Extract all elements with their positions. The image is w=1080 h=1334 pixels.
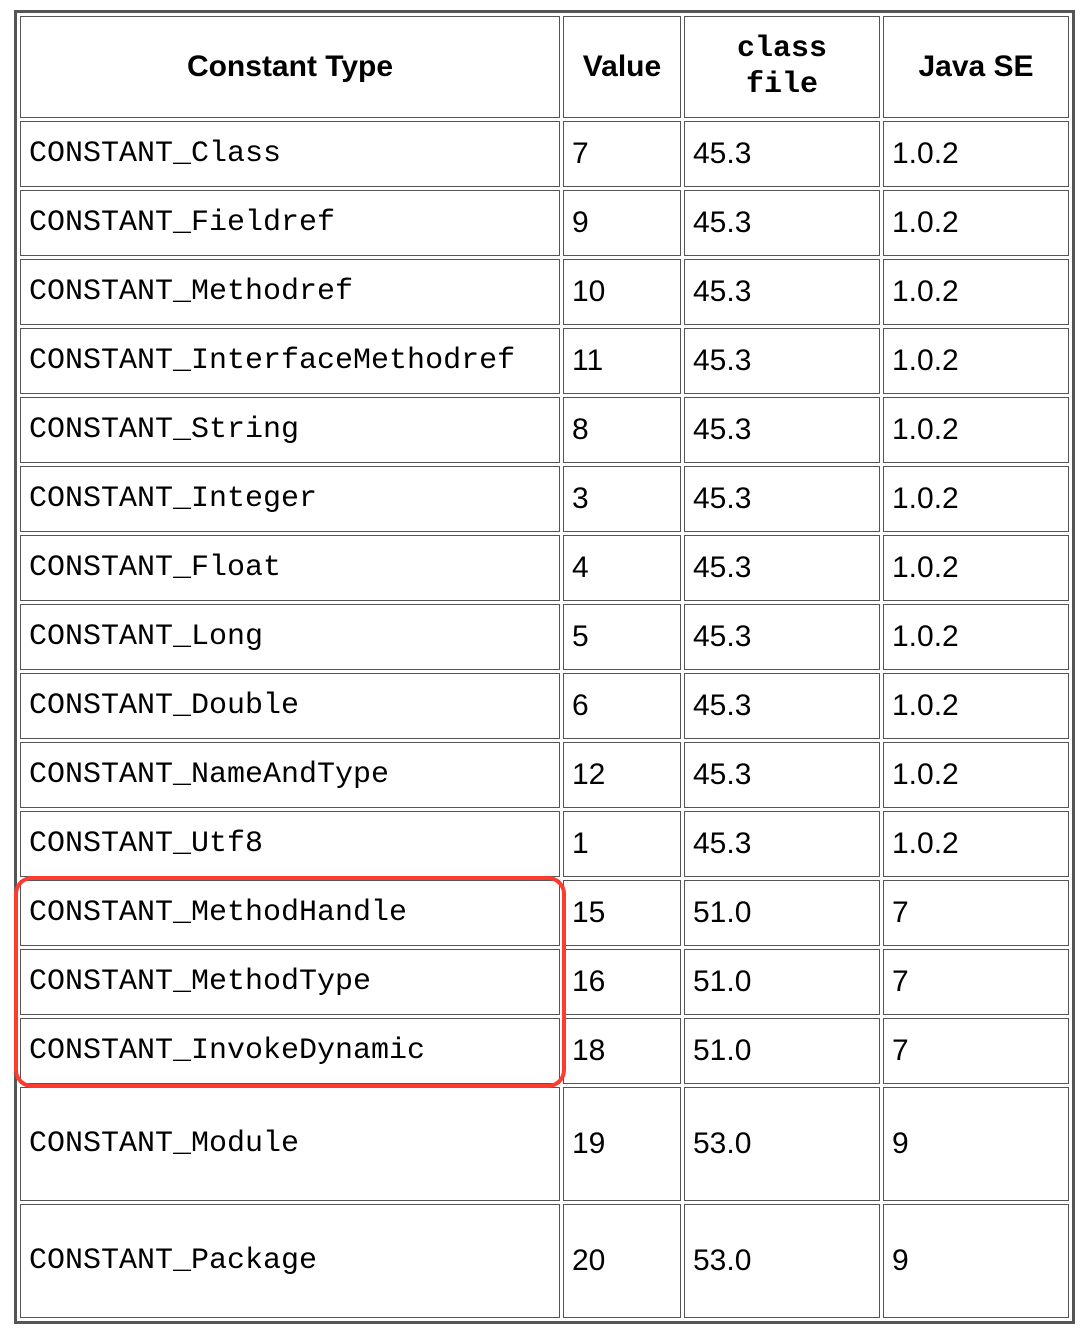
cell-class-file: 45.3 <box>684 604 880 670</box>
cell-class-file: 45.3 <box>684 673 880 739</box>
table-row: CONSTANT_MethodHandle1551.07 <box>20 880 1069 946</box>
table-body: CONSTANT_Class745.31.0.2CONSTANT_Fieldre… <box>20 121 1069 1318</box>
cell-java-se: 1.0.2 <box>883 190 1069 256</box>
cell-class-file: 45.3 <box>684 121 880 187</box>
cell-class-file: 45.3 <box>684 397 880 463</box>
cell-value: 10 <box>563 259 681 325</box>
table-row: CONSTANT_Package2053.09 <box>20 1204 1069 1318</box>
cell-value: 15 <box>563 880 681 946</box>
cell-value: 11 <box>563 328 681 394</box>
cell-value: 6 <box>563 673 681 739</box>
table-row: CONSTANT_NameAndType1245.31.0.2 <box>20 742 1069 808</box>
table-row: CONSTANT_InterfaceMethodref1145.31.0.2 <box>20 328 1069 394</box>
table-row: CONSTANT_MethodType1651.07 <box>20 949 1069 1015</box>
cell-value: 16 <box>563 949 681 1015</box>
cell-constant-type: CONSTANT_Utf8 <box>20 811 560 877</box>
cell-constant-type: CONSTANT_Integer <box>20 466 560 532</box>
cell-java-se: 1.0.2 <box>883 811 1069 877</box>
cell-class-file: 51.0 <box>684 1018 880 1084</box>
cell-class-file: 53.0 <box>684 1204 880 1318</box>
constants-table: Constant Type Value class file Java SE C… <box>14 10 1075 1324</box>
cell-java-se: 1.0.2 <box>883 328 1069 394</box>
cell-class-file: 45.3 <box>684 259 880 325</box>
cell-java-se: 7 <box>883 949 1069 1015</box>
cell-java-se: 1.0.2 <box>883 466 1069 532</box>
cell-class-file: 45.3 <box>684 742 880 808</box>
cell-constant-type: CONSTANT_MethodType <box>20 949 560 1015</box>
cell-value: 8 <box>563 397 681 463</box>
cell-class-file: 45.3 <box>684 811 880 877</box>
cell-class-file: 53.0 <box>684 1087 880 1201</box>
cell-constant-type: CONSTANT_Methodref <box>20 259 560 325</box>
cell-value: 7 <box>563 121 681 187</box>
cell-constant-type: CONSTANT_MethodHandle <box>20 880 560 946</box>
cell-value: 19 <box>563 1087 681 1201</box>
cell-constant-type: CONSTANT_InvokeDynamic <box>20 1018 560 1084</box>
cell-constant-type: CONSTANT_Float <box>20 535 560 601</box>
header-java-se: Java SE <box>883 16 1069 118</box>
header-class-file: class file <box>684 16 880 118</box>
cell-value: 12 <box>563 742 681 808</box>
table-row: CONSTANT_Long545.31.0.2 <box>20 604 1069 670</box>
cell-value: 20 <box>563 1204 681 1318</box>
table-container: Constant Type Value class file Java SE C… <box>0 0 1080 1334</box>
table-row: CONSTANT_Module1953.09 <box>20 1087 1069 1201</box>
cell-constant-type: CONSTANT_InterfaceMethodref <box>20 328 560 394</box>
cell-java-se: 1.0.2 <box>883 742 1069 808</box>
cell-class-file: 45.3 <box>684 328 880 394</box>
cell-java-se: 9 <box>883 1087 1069 1201</box>
cell-java-se: 7 <box>883 880 1069 946</box>
cell-java-se: 7 <box>883 1018 1069 1084</box>
cell-constant-type: CONSTANT_Double <box>20 673 560 739</box>
cell-class-file: 45.3 <box>684 466 880 532</box>
table-row: CONSTANT_Float445.31.0.2 <box>20 535 1069 601</box>
cell-class-file: 51.0 <box>684 880 880 946</box>
cell-class-file: 51.0 <box>684 949 880 1015</box>
cell-constant-type: CONSTANT_Module <box>20 1087 560 1201</box>
cell-constant-type: CONSTANT_NameAndType <box>20 742 560 808</box>
cell-value: 9 <box>563 190 681 256</box>
cell-constant-type: CONSTANT_String <box>20 397 560 463</box>
table-row: CONSTANT_Class745.31.0.2 <box>20 121 1069 187</box>
cell-java-se: 1.0.2 <box>883 535 1069 601</box>
cell-constant-type: CONSTANT_Class <box>20 121 560 187</box>
header-constant-type: Constant Type <box>20 16 560 118</box>
cell-value: 18 <box>563 1018 681 1084</box>
cell-java-se: 1.0.2 <box>883 121 1069 187</box>
table-row: CONSTANT_Utf8145.31.0.2 <box>20 811 1069 877</box>
table-header-row: Constant Type Value class file Java SE <box>20 16 1069 118</box>
table-row: CONSTANT_Fieldref945.31.0.2 <box>20 190 1069 256</box>
cell-class-file: 45.3 <box>684 535 880 601</box>
cell-java-se: 1.0.2 <box>883 673 1069 739</box>
cell-constant-type: CONSTANT_Package <box>20 1204 560 1318</box>
header-value: Value <box>563 16 681 118</box>
cell-java-se: 9 <box>883 1204 1069 1318</box>
table-row: CONSTANT_Integer345.31.0.2 <box>20 466 1069 532</box>
cell-java-se: 1.0.2 <box>883 397 1069 463</box>
cell-constant-type: CONSTANT_Fieldref <box>20 190 560 256</box>
cell-java-se: 1.0.2 <box>883 259 1069 325</box>
cell-constant-type: CONSTANT_Long <box>20 604 560 670</box>
cell-java-se: 1.0.2 <box>883 604 1069 670</box>
cell-value: 4 <box>563 535 681 601</box>
cell-value: 5 <box>563 604 681 670</box>
table-row: CONSTANT_Methodref1045.31.0.2 <box>20 259 1069 325</box>
table-row: CONSTANT_Double645.31.0.2 <box>20 673 1069 739</box>
table-row: CONSTANT_String845.31.0.2 <box>20 397 1069 463</box>
cell-value: 3 <box>563 466 681 532</box>
table-row: CONSTANT_InvokeDynamic1851.07 <box>20 1018 1069 1084</box>
cell-class-file: 45.3 <box>684 190 880 256</box>
cell-value: 1 <box>563 811 681 877</box>
